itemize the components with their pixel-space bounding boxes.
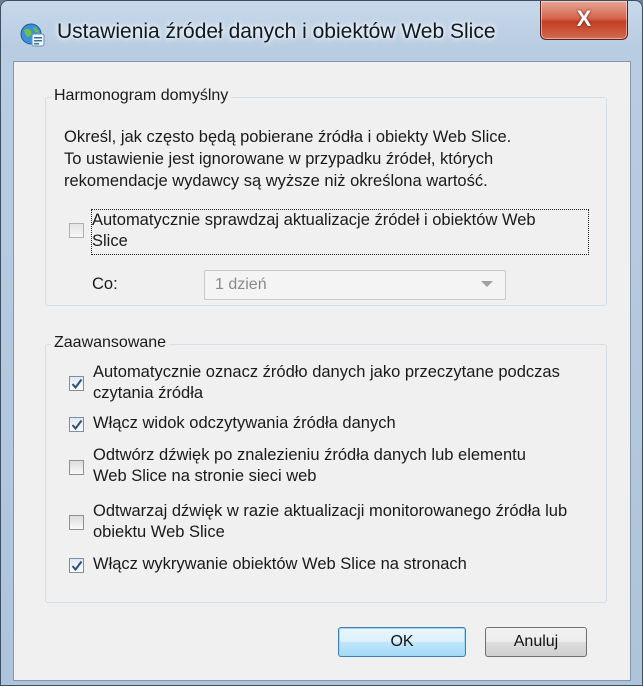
frequency-label: Co: <box>92 275 118 293</box>
play-sound-update-checkbox[interactable] <box>69 515 84 530</box>
schedule-description-line1: Określ, jak często będą pobierane źródła… <box>64 128 512 146</box>
auto-check-updates-checkbox[interactable] <box>69 223 84 238</box>
advanced-legend: Zaawansowane <box>51 334 170 352</box>
play-sound-update-label-line1[interactable]: Odtwarzaj dźwięk w razie aktualizacji mo… <box>93 501 567 522</box>
dialog-client-area: Harmonogram domyślny Określ, jak często … <box>13 61 631 681</box>
checkmark-icon <box>71 378 83 390</box>
webslice-detection-label[interactable]: Włącz wykrywanie obiektów Web Slice na s… <box>93 554 467 575</box>
dialog-window: Ustawienia źródeł danych i obiektów Web … <box>0 0 643 686</box>
schedule-description-line2: To ustawienie jest ignorowane w przypadk… <box>64 150 494 168</box>
frequency-select-value: 1 dzień <box>215 276 267 293</box>
webslice-detection-checkbox[interactable] <box>69 558 84 573</box>
chevron-down-icon <box>481 281 493 287</box>
cancel-button[interactable]: Anuluj <box>485 627 587 657</box>
auto-mark-read-label-line1[interactable]: Automatycznie oznacz źródło danych jako … <box>93 362 560 383</box>
ok-button[interactable]: OK <box>338 627 466 657</box>
play-sound-found-label-line1[interactable]: Odtwórz dźwięk po znalezieniu źródła dan… <box>93 445 526 466</box>
checkmark-icon <box>71 560 83 572</box>
checkmark-icon <box>71 419 83 431</box>
auto-mark-read-checkbox[interactable] <box>69 376 84 391</box>
reading-view-checkbox[interactable] <box>69 417 84 432</box>
schedule-description-line3: rekomendacje wydawcy są wyższe niż okreś… <box>64 172 488 190</box>
auto-check-updates-label-line1[interactable]: Automatycznie sprawdzaj aktualizacje źró… <box>92 210 536 231</box>
play-sound-update-label-line2[interactable]: obiektu Web Slice <box>93 522 225 543</box>
play-sound-found-label-line2[interactable]: Web Slice na stronie sieci web <box>93 466 316 487</box>
title-bar[interactable]: Ustawienia źródeł danych i obiektów Web … <box>1 1 642 63</box>
auto-check-updates-label-line2[interactable]: Slice <box>92 231 128 252</box>
close-button[interactable]: X <box>540 1 628 40</box>
window-title: Ustawienia źródeł danych i obiektów Web … <box>57 20 496 43</box>
feed-globe-icon <box>19 21 45 47</box>
frequency-select[interactable]: 1 dzień <box>204 270 506 300</box>
auto-mark-read-label-line2[interactable]: czytania źródła <box>93 383 203 404</box>
schedule-legend: Harmonogram domyślny <box>51 87 232 105</box>
reading-view-label[interactable]: Włącz widok odczytywania źródła danych <box>93 413 396 434</box>
play-sound-found-checkbox[interactable] <box>69 460 84 475</box>
close-icon: X <box>576 6 592 31</box>
